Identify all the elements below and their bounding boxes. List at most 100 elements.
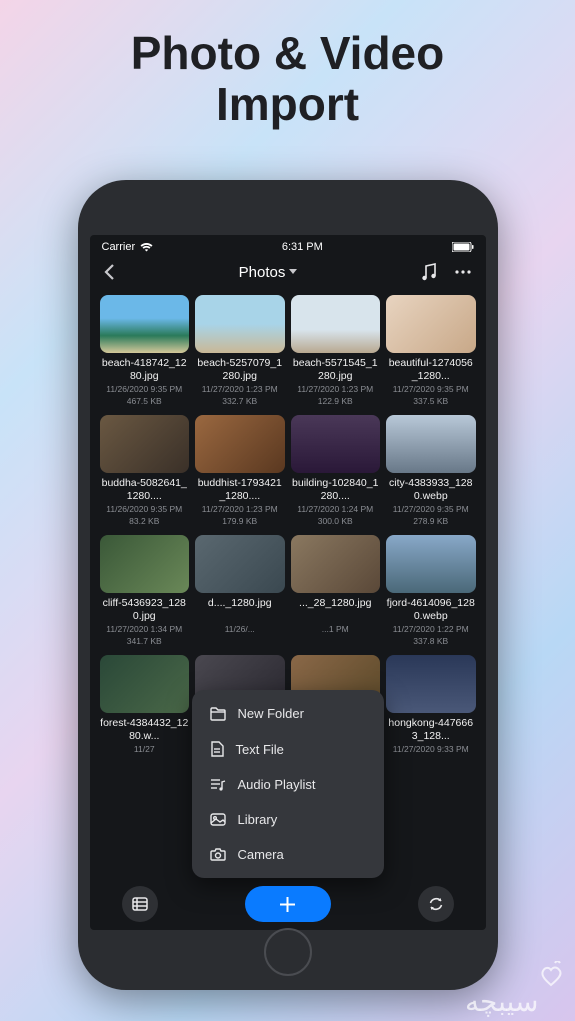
file-date: 11/26/2020 9:35 PM — [100, 504, 190, 515]
thumbnail — [195, 535, 285, 593]
menu-item-folder[interactable]: New Folder — [192, 696, 384, 731]
add-button[interactable] — [245, 886, 331, 922]
file-name: buddhist-1793421_1280.... — [195, 477, 285, 503]
photo-item[interactable]: d...._1280.jpg 11/26/... — [195, 535, 285, 647]
menu-item-textfile[interactable]: Text File — [192, 731, 384, 767]
thumbnail — [100, 655, 190, 713]
screen: Carrier 6:31 PM Photos beach-418742_1280… — [90, 235, 486, 930]
status-bar: Carrier 6:31 PM — [90, 235, 486, 255]
photo-item[interactable]: buddha-5082641_1280.... 11/26/2020 9:35 … — [100, 415, 190, 527]
file-size: 300.0 KB — [291, 516, 381, 527]
file-size: 337.8 KB — [386, 636, 476, 647]
menu-item-library[interactable]: Library — [192, 802, 384, 837]
menu-label: New Folder — [238, 706, 304, 721]
file-name: ..._28_1280.jpg — [291, 597, 381, 623]
menu-label: Library — [238, 812, 278, 827]
thumbnail — [100, 535, 190, 593]
chevron-down-icon — [289, 269, 297, 275]
photo-item[interactable]: city-4383933_1280.webp 11/27/2020 9:35 P… — [386, 415, 476, 527]
wifi-icon — [140, 242, 153, 252]
svg-text:سیبچه: سیبچه — [465, 986, 538, 1018]
thumbnail — [195, 295, 285, 353]
file-date: 11/27/2020 1:34 PM — [100, 624, 190, 635]
photo-item[interactable]: cliff-5436923_1280.jpg 11/27/2020 1:34 P… — [100, 535, 190, 647]
list-view-button[interactable] — [122, 886, 158, 922]
photo-item[interactable]: beach-418742_1280.jpg 11/26/2020 9:35 PM… — [100, 295, 190, 407]
file-size: 332.7 KB — [195, 396, 285, 407]
carrier-label: Carrier — [102, 241, 136, 253]
device-frame: Carrier 6:31 PM Photos beach-418742_1280… — [78, 180, 498, 990]
hero-line1: Photo & Video — [0, 28, 575, 79]
photo-item[interactable]: ..._28_1280.jpg ...1 PM — [291, 535, 381, 647]
thumbnail — [291, 295, 381, 353]
hero-title: Photo & Video Import — [0, 0, 575, 129]
camera-icon — [210, 848, 226, 861]
photo-item[interactable]: fjord-4614096_1280.webp 11/27/2020 1:22 … — [386, 535, 476, 647]
file-date: 11/27/2020 9:35 PM — [386, 384, 476, 395]
nav-title: Photos — [239, 264, 286, 281]
photo-item[interactable]: buddhist-1793421_1280.... 11/27/2020 1:2… — [195, 415, 285, 527]
textfile-icon — [210, 741, 224, 757]
file-date: 11/27/2020 1:23 PM — [195, 504, 285, 515]
menu-item-camera[interactable]: Camera — [192, 837, 384, 872]
nav-bar: Photos — [90, 255, 486, 291]
file-date: 11/26/... — [195, 624, 285, 635]
more-button[interactable] — [455, 270, 471, 274]
file-name: city-4383933_1280.webp — [386, 477, 476, 503]
file-name: beautiful-1274056_1280... — [386, 357, 476, 383]
clock-label: 6:31 PM — [282, 241, 323, 253]
file-name: d...._1280.jpg — [195, 597, 285, 623]
file-date: 11/27/2020 1:24 PM — [291, 504, 381, 515]
thumbnail — [386, 295, 476, 353]
thumbnail — [100, 295, 190, 353]
photo-item[interactable]: beach-5571545_1280.jpg 11/27/2020 1:23 P… — [291, 295, 381, 407]
file-size: 337.5 KB — [386, 396, 476, 407]
folder-icon — [210, 707, 226, 721]
file-name: beach-418742_1280.jpg — [100, 357, 190, 383]
file-name: beach-5257079_1280.jpg — [195, 357, 285, 383]
photo-item[interactable]: hongkong-4476663_128... 11/27/2020 9:33 … — [386, 655, 476, 756]
sync-button[interactable] — [418, 886, 454, 922]
brand-watermark: سیبچه — [465, 961, 575, 1021]
file-name: hongkong-4476663_128... — [386, 717, 476, 743]
file-name: beach-5571545_1280.jpg — [291, 357, 381, 383]
menu-item-playlist[interactable]: Audio Playlist — [192, 767, 384, 802]
back-button[interactable] — [104, 263, 115, 281]
file-name: forest-4384432_1280.w... — [100, 717, 190, 743]
menu-label: Camera — [238, 847, 284, 862]
thumbnail — [195, 415, 285, 473]
home-button[interactable] — [264, 928, 312, 976]
file-date: ...1 PM — [291, 624, 381, 635]
battery-icon — [452, 242, 474, 252]
file-date: 11/26/2020 9:35 PM — [100, 384, 190, 395]
thumbnail — [100, 415, 190, 473]
thumbnail — [291, 535, 381, 593]
file-date: 11/27/2020 1:23 PM — [291, 384, 381, 395]
file-name: fjord-4614096_1280.webp — [386, 597, 476, 623]
file-date: 11/27/2020 9:35 PM — [386, 504, 476, 515]
menu-label: Text File — [236, 742, 284, 757]
photo-item[interactable]: beach-5257079_1280.jpg 11/27/2020 1:23 P… — [195, 295, 285, 407]
menu-label: Audio Playlist — [238, 777, 316, 792]
music-button[interactable] — [421, 263, 437, 281]
action-menu: New Folder Text File Audio Playlist Library… — [192, 690, 384, 878]
thumbnail — [386, 655, 476, 713]
file-date: 11/27/2020 9:33 PM — [386, 744, 476, 755]
file-date: 11/27/2020 1:23 PM — [195, 384, 285, 395]
folder-title-dropdown[interactable]: Photos — [239, 264, 298, 281]
file-name: buddha-5082641_1280.... — [100, 477, 190, 503]
file-name: building-102840_1280.... — [291, 477, 381, 503]
file-date: 11/27 — [100, 744, 190, 755]
photo-item[interactable]: beautiful-1274056_1280... 11/27/2020 9:3… — [386, 295, 476, 407]
file-date: 11/27/2020 1:22 PM — [386, 624, 476, 635]
hero-line2: Import — [0, 79, 575, 130]
file-size: 341.7 KB — [100, 636, 190, 647]
playlist-icon — [210, 778, 226, 792]
photo-item[interactable]: forest-4384432_1280.w... 11/27 — [100, 655, 190, 756]
file-name: cliff-5436923_1280.jpg — [100, 597, 190, 623]
photo-item[interactable]: building-102840_1280.... 11/27/2020 1:24… — [291, 415, 381, 527]
file-size: 467.5 KB — [100, 396, 190, 407]
file-size: 122.9 KB — [291, 396, 381, 407]
bottom-toolbar — [90, 886, 486, 922]
thumbnail — [386, 415, 476, 473]
